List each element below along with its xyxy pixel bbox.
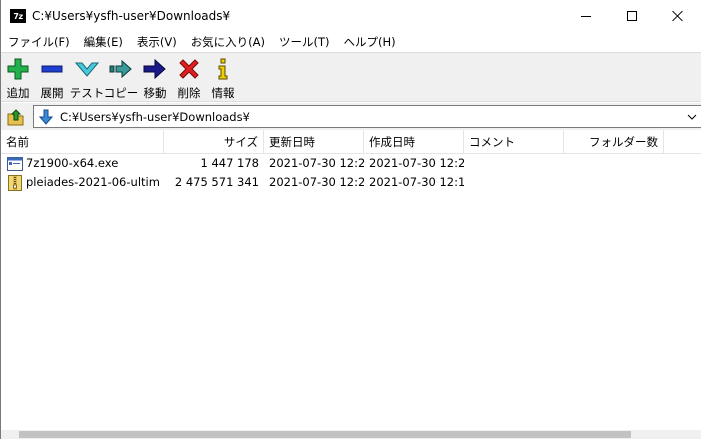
maximize-button[interactable] xyxy=(609,0,655,32)
file-row[interactable]: 7z1900-x64.exe 1 447 178 2021-07-30 12:2… xyxy=(1,154,701,173)
zip-file-icon xyxy=(7,174,23,191)
move-button[interactable]: 移動 xyxy=(139,53,171,101)
column-size[interactable]: サイズ xyxy=(164,130,264,154)
file-modified: 2021-07-30 12:21 xyxy=(269,175,364,189)
window-title: C:¥Users¥ysfh-user¥Downloads¥ xyxy=(32,9,231,23)
file-name-cell: pleiades-2021-06-ultima... xyxy=(1,173,164,192)
minus-icon xyxy=(40,57,64,81)
address-bar-row: C:¥Users¥ysfh-user¥Downloads¥ xyxy=(1,103,701,130)
file-size: 2 475 571 341 xyxy=(174,175,259,189)
minimize-button[interactable] xyxy=(563,0,609,32)
horizontal-scrollbar[interactable] xyxy=(1,430,701,439)
7zip-app-icon[interactable]: 7z xyxy=(10,9,26,23)
file-name: 7z1900-x64.exe xyxy=(26,156,119,170)
column-comment[interactable]: コメント xyxy=(464,130,564,154)
menu-view[interactable]: 表示(V) xyxy=(130,32,184,52)
address-input[interactable]: C:¥Users¥ysfh-user¥Downloads¥ xyxy=(33,105,701,128)
menu-file[interactable]: ファイル(F) xyxy=(1,32,77,52)
copy-button[interactable]: コピー xyxy=(103,53,139,101)
column-modified[interactable]: 更新日時 xyxy=(264,130,364,154)
arrow-right-icon xyxy=(143,57,167,81)
app-window: 7z C:¥Users¥ysfh-user¥Downloads¥ ファイル(F)… xyxy=(0,0,701,439)
column-created[interactable]: 作成日時 xyxy=(364,130,464,154)
extract-label: 展開 xyxy=(40,86,64,100)
column-folders[interactable]: フォルダー数 xyxy=(564,130,664,154)
add-label: 追加 xyxy=(6,86,30,100)
up-folder-icon xyxy=(7,109,24,126)
file-size: 1 447 178 xyxy=(200,156,259,170)
minimize-icon xyxy=(581,15,591,17)
file-name-cell: 7z1900-x64.exe xyxy=(1,154,164,173)
checkmark-icon xyxy=(75,57,99,81)
test-label: テスト xyxy=(69,86,105,100)
maximize-icon xyxy=(627,11,637,21)
title-bar: 7z C:¥Users¥ysfh-user¥Downloads¥ xyxy=(1,0,701,32)
address-path: C:¥Users¥ysfh-user¥Downloads¥ xyxy=(60,109,250,124)
menu-favorites[interactable]: お気に入り(A) xyxy=(184,32,272,52)
delete-button[interactable]: 削除 xyxy=(173,53,205,101)
plus-icon xyxy=(6,57,30,81)
extract-button[interactable]: 展開 xyxy=(35,53,69,101)
info-button[interactable]: 情報 xyxy=(207,53,239,101)
column-name[interactable]: 名前 xyxy=(1,130,164,154)
column-header: 名前 サイズ 更新日時 作成日時 コメント フォルダー数 xyxy=(1,130,701,154)
download-arrow-icon xyxy=(38,109,54,125)
move-label: 移動 xyxy=(143,86,167,100)
file-created: 2021-07-30 12:17 xyxy=(369,175,464,189)
menu-bar: ファイル(F) 編集(E) 表示(V) お気に入り(A) ツール(T) ヘルプ(… xyxy=(1,32,701,52)
scrollbar-thumb[interactable] xyxy=(19,431,631,438)
menu-edit[interactable]: 編集(E) xyxy=(77,32,130,52)
file-created: 2021-07-30 12:24 xyxy=(369,156,464,170)
delete-label: 削除 xyxy=(177,86,201,100)
file-name: pleiades-2021-06-ultima... xyxy=(26,175,159,189)
close-icon xyxy=(672,10,684,22)
file-list[interactable]: 名前 サイズ 更新日時 作成日時 コメント フォルダー数 7z1900-x64.… xyxy=(1,130,701,430)
file-row[interactable]: pleiades-2021-06-ultima... 2 475 571 341… xyxy=(1,173,701,192)
menu-tools[interactable]: ツール(T) xyxy=(272,32,337,52)
toolbar: 追加 展開 テスト コピー 移動 削除 情報 xyxy=(1,52,701,102)
info-icon xyxy=(211,57,235,81)
x-icon xyxy=(177,57,201,81)
file-modified: 2021-07-30 12:24 xyxy=(269,156,364,170)
menu-help[interactable]: ヘルプ(H) xyxy=(337,32,403,52)
double-arrow-icon xyxy=(109,57,133,81)
close-button[interactable] xyxy=(655,0,701,32)
add-button[interactable]: 追加 xyxy=(5,53,31,101)
test-button[interactable]: テスト xyxy=(69,53,105,101)
info-label: 情報 xyxy=(211,86,235,100)
copy-label: コピー xyxy=(103,86,139,100)
exe-file-icon xyxy=(7,156,23,172)
up-folder-button[interactable] xyxy=(5,106,27,128)
chevron-down-icon[interactable] xyxy=(685,109,699,125)
